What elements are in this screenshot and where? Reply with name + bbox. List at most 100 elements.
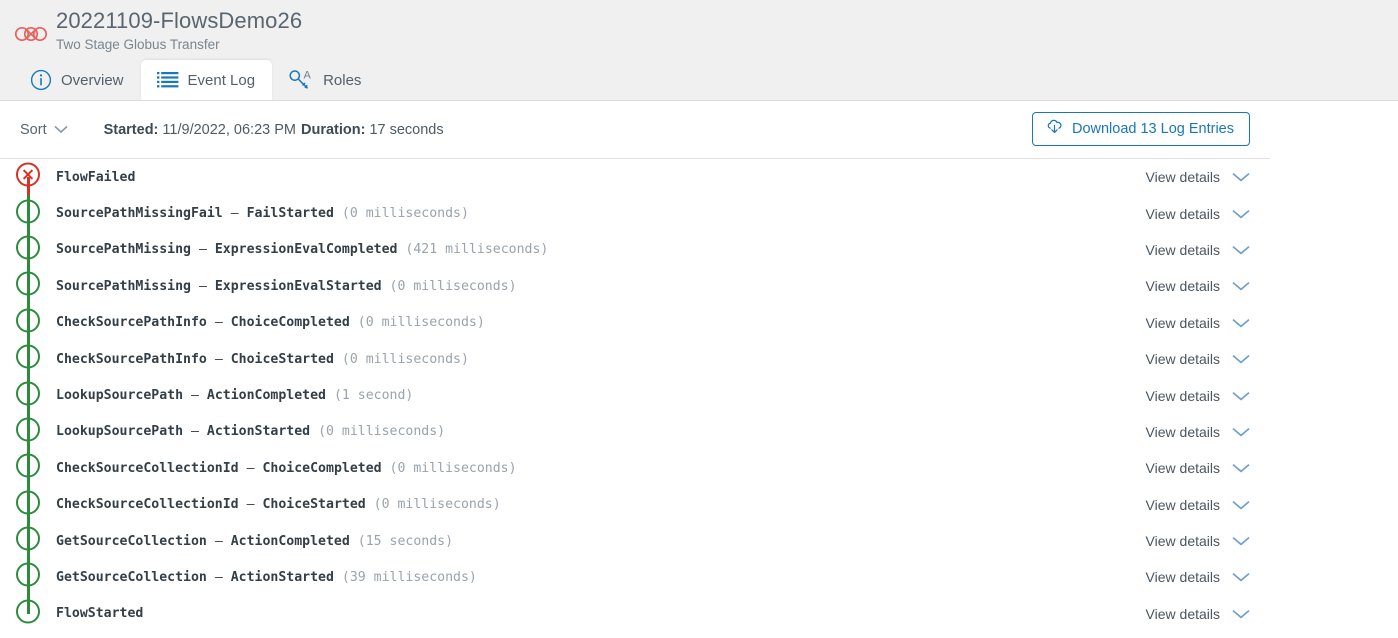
log-entry-row[interactable]: SourcePathMissing – ExpressionEvalStarte… (0, 268, 1270, 305)
view-details-button[interactable]: View details (1146, 559, 1250, 595)
svg-text:A: A (304, 70, 312, 82)
log-entry-row[interactable]: SourcePathMissingFail – FailStarted (0 m… (0, 195, 1270, 232)
flow-event-icon (15, 416, 41, 447)
log-entry-step: SourcePathMissing (56, 242, 191, 258)
log-entry-duration: (0 milliseconds) (389, 460, 517, 476)
log-entry-step: GetSourceCollection (56, 533, 207, 549)
log-entry-row[interactable]: FlowFailed View details (0, 159, 1270, 196)
log-entry-row[interactable]: CheckSourcePathInfo – ChoiceStarted (0 m… (0, 340, 1270, 378)
view-details-button[interactable]: View details (1146, 195, 1250, 231)
log-entry-step: CheckSourcePathInfo (56, 351, 207, 367)
run-meta: Started: 11/9/2022, 06:23 PM Duration: 17… (104, 122, 444, 138)
log-entry-event: ActionStarted (206, 424, 311, 440)
log-entry-step: LookupSourcePath (56, 424, 184, 440)
log-entry-label: CheckSourceCollectionId – ChoiceStarted … (56, 497, 501, 512)
view-details-button[interactable]: View details (1146, 377, 1250, 413)
sort-dropdown[interactable]: Sort (20, 122, 68, 138)
started-value: 11/9/2022, 06:23 PM (162, 121, 296, 138)
log-entry-row[interactable]: GetSourceCollection – ActionCompleted (1… (0, 522, 1270, 560)
log-entry-event: ExpressionEvalCompleted (214, 242, 398, 258)
log-entry-label: FlowFailed (56, 170, 135, 185)
log-entry-dash: – (230, 206, 239, 222)
view-details-button[interactable]: View details (1146, 596, 1250, 632)
log-entry-event: FlowFailed (56, 169, 136, 185)
view-details-button[interactable]: View details (1146, 305, 1250, 341)
log-entry-label: CheckSourceCollectionId – ChoiceComplete… (56, 461, 517, 476)
view-details-label: View details (1145, 169, 1220, 186)
page-title: 20221109-FlowsDemo26 (56, 8, 303, 33)
log-entry-event: ChoiceStarted (262, 497, 366, 513)
log-entry-label: SourcePathMissing – ExpressionEvalStarte… (56, 279, 517, 294)
log-entry-label: LookupSourcePath – ActionStarted (0 mill… (56, 424, 445, 439)
log-entry-duration: (15 seconds) (357, 533, 454, 549)
chevron-down-icon (1232, 315, 1250, 331)
chevron-down-icon (54, 122, 68, 138)
view-details-label: View details (1145, 351, 1220, 368)
log-entry-dash: – (191, 424, 199, 440)
view-details-button[interactable]: View details (1146, 232, 1250, 268)
view-details-label: View details (1145, 533, 1220, 550)
view-details-button[interactable]: View details (1146, 487, 1250, 523)
log-entry-row[interactable]: CheckSourcePathInfo – ChoiceCompleted (0… (0, 304, 1270, 341)
log-entry-row[interactable]: CheckSourceCollectionId – ChoiceComplete… (0, 450, 1270, 487)
chevron-down-icon (1232, 242, 1250, 258)
view-details-button[interactable]: View details (1146, 414, 1250, 450)
timeline-marker (0, 450, 56, 487)
chevron-down-icon (1232, 388, 1250, 404)
log-entry-row[interactable]: LookupSourcePath – ActionStarted (0 mill… (0, 413, 1270, 451)
log-entry-step: SourcePathMissing (56, 278, 191, 294)
download-log-entries-button[interactable]: Download 13 Log Entries (1031, 112, 1250, 146)
view-details-label: View details (1145, 496, 1220, 513)
timeline-marker (0, 559, 56, 596)
sort-label: Sort (20, 121, 47, 138)
chevron-down-icon (1232, 497, 1250, 513)
chevron-down-icon (1232, 169, 1250, 185)
timeline-marker (0, 486, 56, 523)
tab-overview[interactable]: Overview (14, 60, 141, 100)
log-entry-label: CheckSourcePathInfo – ChoiceStarted (0 m… (56, 352, 469, 367)
log-entry-row[interactable]: CheckSourceCollectionId – ChoiceStarted … (0, 486, 1270, 523)
tab-overview-label: Overview (61, 71, 124, 89)
log-entry-row[interactable]: SourcePathMissing – ExpressionEvalComple… (0, 231, 1270, 269)
log-entry-step: SourcePathMissingFail (56, 206, 223, 222)
log-entry-row[interactable]: LookupSourcePath – ActionCompleted (1 se… (0, 377, 1270, 414)
log-entry-duration: (39 milliseconds) (341, 569, 477, 585)
log-entry-duration: (0 milliseconds) (357, 315, 485, 331)
log-entry-event: FlowStarted (56, 606, 144, 622)
log-entry-dash: – (246, 460, 255, 476)
flow-event-icon (15, 271, 41, 302)
log-entry-duration: (0 milliseconds) (341, 351, 469, 367)
view-details-button[interactable]: View details (1146, 523, 1250, 559)
log-entry-event: ActionStarted (230, 569, 334, 585)
view-details-label: View details (1145, 205, 1220, 222)
view-details-button[interactable]: View details (1146, 268, 1250, 304)
log-entry-row[interactable]: GetSourceCollection – ActionStarted (39 … (0, 559, 1270, 596)
cloud-download-icon (1046, 119, 1063, 139)
log-entry-dash: – (214, 533, 223, 549)
flow-event-icon (15, 198, 41, 229)
view-details-label: View details (1145, 387, 1220, 404)
log-entry-dash: – (246, 497, 255, 513)
timeline-marker (0, 377, 56, 414)
log-entry-event: ChoiceCompleted (230, 315, 350, 331)
tab-roles[interactable]: A Roles (272, 60, 378, 100)
view-details-button[interactable]: View details (1146, 450, 1250, 486)
view-details-button[interactable]: View details (1146, 341, 1250, 377)
view-details-button[interactable]: View details (1146, 159, 1250, 195)
tab-event-log[interactable]: Event Log (140, 60, 273, 100)
flow-event-icon (15, 380, 41, 411)
view-details-label: View details (1145, 241, 1220, 258)
timeline-marker (0, 413, 56, 451)
log-entry-step: CheckSourcePathInfo (56, 315, 207, 331)
log-entry-label: GetSourceCollection – ActionStarted (39 … (56, 570, 477, 585)
timeline-marker (0, 231, 56, 269)
log-entry-duration: (0 milliseconds) (373, 497, 501, 513)
log-entry-label: FlowStarted (56, 606, 143, 621)
flow-event-icon (15, 489, 41, 520)
log-entry-step: LookupSourcePath (56, 388, 184, 404)
log-entry-row[interactable]: FlowStarted View details (0, 595, 1270, 632)
tab-event-log-label: Event Log (187, 71, 256, 89)
list-lines-icon (156, 70, 179, 90)
log-entry-label: SourcePathMissingFail – FailStarted (0 m… (56, 206, 469, 221)
tab-roles-label: Roles (323, 71, 362, 89)
